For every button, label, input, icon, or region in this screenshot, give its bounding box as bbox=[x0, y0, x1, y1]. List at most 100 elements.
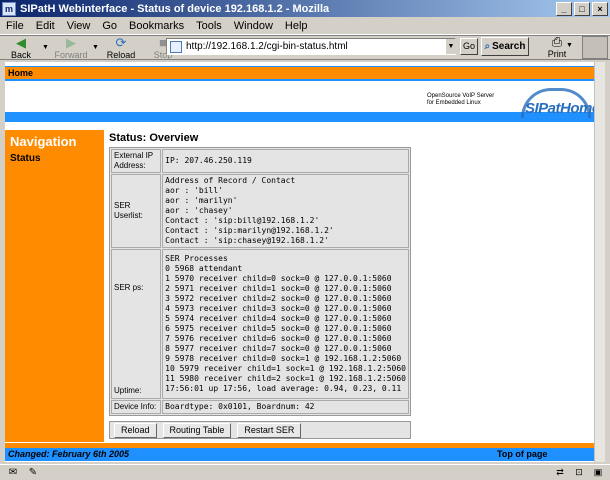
routing-table-button[interactable]: Routing Table bbox=[162, 422, 232, 438]
search-icon: ⌕ bbox=[484, 41, 491, 52]
forward-dropdown-icon[interactable]: ▼ bbox=[92, 44, 100, 51]
menu-file[interactable]: File bbox=[0, 20, 30, 32]
connection-icon: ⇄ bbox=[556, 467, 564, 477]
device-info-value: Boardtype: 0x0101, Boardnum: 42 bbox=[162, 400, 409, 414]
minimize-button[interactable]: _ bbox=[556, 1, 572, 16]
external-ip-line: IP: 207.46.250.119 bbox=[165, 156, 252, 165]
url-text: http://192.168.1.2/cgi-bin-status.html bbox=[186, 41, 348, 52]
process-line: 3 5972 receiver child=2 sock=0 @ 127.0.0… bbox=[165, 294, 392, 303]
uptime-label: Uptime: bbox=[114, 386, 142, 395]
status-table: External IP Address: IP: 207.46.250.119 … bbox=[109, 147, 411, 416]
userlist-line: Contact : 'sip:chasey@192.168.1.2' bbox=[165, 236, 329, 245]
process-line: 8 5977 receiver child=7 sock=0 @ 127.0.0… bbox=[165, 344, 392, 353]
userlist-line: Contact : 'sip:marilyn@192.168.1.2' bbox=[165, 226, 334, 235]
process-line: 11 5980 receiver child=2 sock=1 @ 192.16… bbox=[165, 374, 406, 383]
menu-window[interactable]: Window bbox=[228, 20, 279, 32]
table-row: External IP Address: IP: 207.46.250.119 bbox=[111, 149, 409, 173]
menu-tools[interactable]: Tools bbox=[190, 20, 228, 32]
process-line: 0 5968 attendant bbox=[165, 264, 243, 273]
forward-arrow-icon: ▶ bbox=[66, 34, 76, 50]
external-ip-label: External IP Address: bbox=[111, 149, 162, 173]
top-of-page-link[interactable]: Top of page bbox=[497, 449, 547, 459]
ser-userlist-value: Address of Record / Contact aor : 'bill'… bbox=[162, 174, 409, 248]
footer-bar: Changed: February 6th 2005 Top of page bbox=[5, 448, 595, 461]
close-button[interactable]: × bbox=[592, 1, 608, 16]
process-line: 4 5973 receiver child=3 sock=0 @ 127.0.0… bbox=[165, 304, 392, 313]
reload-icon: ⟳ bbox=[115, 34, 127, 50]
userlist-line: aor : 'marilyn' bbox=[165, 196, 238, 205]
nav-item-status[interactable]: Status bbox=[5, 149, 104, 164]
process-line: 9 5978 receiver child=0 sock=1 @ 192.168… bbox=[165, 354, 402, 363]
go-button[interactable]: Go bbox=[460, 38, 478, 55]
forward-label: Forward bbox=[54, 49, 88, 60]
table-row: Device Info: Boardtype: 0x0101, Boardnum… bbox=[111, 400, 409, 414]
process-line: 5 5974 receiver child=4 sock=0 @ 127.0.0… bbox=[165, 314, 392, 323]
back-label: Back bbox=[10, 49, 31, 60]
ser-ps-label-text: SER ps: bbox=[114, 283, 144, 292]
popup-icon: ▣ bbox=[593, 467, 603, 477]
table-row: SER Userlist: Address of Record / Contac… bbox=[111, 174, 409, 248]
tagline-line-1: OpenSource VoIP Server bbox=[427, 93, 495, 99]
menu-bookmarks[interactable]: Bookmarks bbox=[123, 20, 190, 32]
menu-view[interactable]: View bbox=[61, 20, 97, 32]
process-line: 7 5976 receiver child=6 sock=0 @ 127.0.0… bbox=[165, 334, 392, 343]
back-dropdown-icon[interactable]: ▼ bbox=[42, 44, 50, 51]
header-divider bbox=[5, 79, 595, 81]
print-dropdown-icon[interactable]: ▼ bbox=[566, 42, 574, 49]
composer-icon[interactable]: ✎ bbox=[26, 467, 40, 478]
header-band bbox=[5, 112, 595, 122]
url-input[interactable]: http://192.168.1.2/cgi-bin-status.html bbox=[166, 38, 456, 55]
reload-label: Reload bbox=[106, 49, 136, 60]
home-link[interactable]: Home bbox=[5, 68, 33, 78]
process-line: 6 5975 receiver child=5 sock=0 @ 127.0.0… bbox=[165, 324, 392, 333]
security-lock-icon: ⊡ bbox=[575, 467, 583, 477]
main-content: Status: Overview External IP Address: IP… bbox=[109, 132, 415, 439]
menu-edit[interactable]: Edit bbox=[30, 20, 61, 32]
menu-go[interactable]: Go bbox=[96, 20, 123, 32]
userlist-line: aor : 'bill' bbox=[165, 186, 223, 195]
navigation-sidebar: Navigation Status bbox=[5, 130, 104, 442]
process-line: 2 5971 receiver child=1 sock=0 @ 127.0.0… bbox=[165, 284, 392, 293]
tagline: OpenSource VoIP Server for Embedded Linu… bbox=[427, 93, 507, 107]
back-button[interactable]: ◀ Back bbox=[0, 34, 42, 60]
mozilla-icon: m bbox=[2, 1, 16, 16]
external-ip-value: IP: 207.46.250.119 bbox=[162, 149, 409, 173]
url-dropdown-icon[interactable]: ▼ bbox=[446, 39, 456, 54]
sipathome-logo: SIPatHome bbox=[515, 82, 600, 126]
uptime-value: 17:56:01 up 17:56, load average: 0.94, 0… bbox=[165, 384, 402, 393]
ser-ps-label: SER ps: Uptime: bbox=[111, 249, 162, 399]
userlist-line: Address of Record / Contact bbox=[165, 176, 296, 185]
userlist-line: Contact : 'sip:bill@192.168.1.2' bbox=[165, 216, 320, 225]
logo-text: SIPatHome bbox=[525, 100, 600, 117]
page-icon bbox=[170, 40, 182, 53]
footer-changed: Changed: February 6th 2005 bbox=[8, 449, 130, 459]
ser-userlist-label: SER Userlist: bbox=[111, 174, 162, 248]
menu-help[interactable]: Help bbox=[279, 20, 314, 32]
reload-status-button[interactable]: Reload bbox=[114, 422, 157, 438]
window-title: SIPatH Webinterface - Status of device 1… bbox=[20, 2, 330, 15]
page-heading: Status: Overview bbox=[109, 132, 199, 144]
action-buttons: Reload Routing Table Restart SER bbox=[109, 421, 411, 439]
process-line: 1 5970 receiver child=0 sock=0 @ 127.0.0… bbox=[165, 274, 392, 283]
mozilla-throbber-icon bbox=[582, 36, 608, 59]
home-bar: Home bbox=[5, 66, 595, 79]
forward-button[interactable]: ▶ Forward bbox=[50, 34, 92, 60]
search-label: Search bbox=[492, 41, 526, 52]
printer-icon: ⎙ bbox=[551, 34, 563, 49]
device-info-label: Device Info: bbox=[111, 400, 162, 414]
restart-ser-button[interactable]: Restart SER bbox=[237, 422, 302, 438]
search-button[interactable]: ⌕ Search bbox=[481, 37, 529, 56]
userlist-line: aor : 'chasey' bbox=[165, 206, 233, 215]
process-line: SER Processes bbox=[165, 254, 228, 263]
tagline-line-2: for Embedded Linux bbox=[427, 100, 481, 106]
process-line: 10 5979 receiver child=1 sock=1 @ 192.16… bbox=[165, 364, 406, 373]
device-info-line: Boardtype: 0x0101, Boardnum: 42 bbox=[165, 402, 315, 411]
navigation-title: Navigation bbox=[10, 134, 77, 149]
mail-icon[interactable]: ✉ bbox=[6, 467, 20, 478]
reload-button[interactable]: ⟳ Reload bbox=[100, 34, 142, 60]
vertical-scrollbar[interactable] bbox=[594, 62, 605, 462]
back-arrow-icon: ◀ bbox=[16, 34, 26, 50]
status-indicators: ⇄ ⊡ ▣ bbox=[549, 467, 606, 478]
window-titlebar: m SIPatH Webinterface - Status of device… bbox=[0, 0, 610, 17]
maximize-button[interactable]: □ bbox=[574, 1, 590, 16]
